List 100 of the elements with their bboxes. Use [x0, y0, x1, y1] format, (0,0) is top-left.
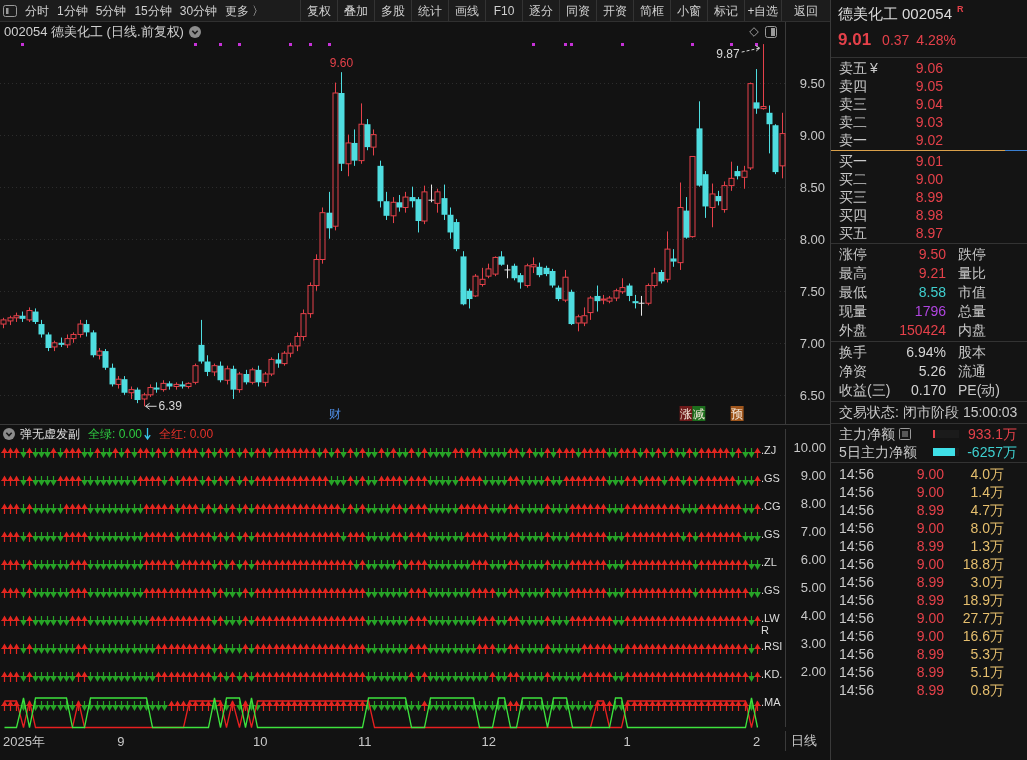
trade-price: 8.99 [915, 590, 944, 610]
toolbar-button[interactable]: 简框 [633, 0, 670, 21]
toolbar-button[interactable]: F10 [485, 0, 522, 21]
flow-value: -6257万 [966, 442, 1018, 462]
axis-label: 9.50 [799, 75, 825, 91]
panel-icon[interactable] [3, 4, 17, 17]
row-label: .ZL [761, 556, 778, 568]
trade-time: 14:56 [838, 608, 876, 628]
stat-label: 跌停 [958, 245, 986, 264]
trade-time: 14:56 [838, 662, 876, 682]
row-label: .MA [761, 696, 782, 708]
indicator-title: 弹无虚发副 [20, 425, 80, 443]
trade-volume: 27.7万 [961, 608, 1004, 628]
indicator-stat: 全红: 0.00 [159, 425, 214, 443]
trade-time: 14:56 [838, 626, 876, 646]
price-label: 9.87 [716, 47, 740, 62]
toolbar-button[interactable]: 小窗 [670, 0, 707, 21]
trade-price: 9.00 [915, 626, 944, 646]
trade-volume: 3.0万 [969, 572, 1004, 592]
toolbar-button[interactable]: 开资 [596, 0, 633, 21]
period-tab[interactable]: 分时 [25, 4, 49, 17]
stat-label: 涨停 [838, 245, 868, 264]
order-level-label: 买三 [839, 187, 867, 207]
order-level-label: 买一 [839, 151, 867, 171]
diamond-icon[interactable] [749, 27, 759, 37]
price-change-percent: 4.28% [916, 31, 957, 50]
row-label: .ZJ [761, 444, 778, 456]
stat-value: 5.26 [917, 362, 946, 381]
period-tab[interactable]: 1分钟 [57, 4, 88, 17]
order-level-label: 卖五 [839, 58, 867, 78]
trade-time: 14:56 [838, 482, 876, 502]
order-price: 9.05 [914, 76, 943, 96]
row-label: .CG [761, 500, 782, 512]
price-label: 9.60 [329, 56, 354, 71]
row-label: .KD. [761, 668, 784, 680]
toolbar-button[interactable]: +自选 [744, 0, 781, 21]
signal-marker [730, 43, 733, 46]
order-price: 8.97 [914, 223, 943, 243]
date-label: 10 [253, 734, 268, 749]
date-label: 12 [481, 734, 496, 749]
signal-marker [219, 43, 222, 46]
axis-label: 9.00 [799, 127, 825, 143]
signal-marker [194, 43, 197, 46]
row-label: .GS [761, 584, 781, 596]
axis-label: 3.00 [800, 635, 826, 654]
list-icon[interactable] [899, 428, 911, 440]
period-tab[interactable]: 更多 〉 [225, 4, 265, 17]
status-letter: R [957, 3, 964, 16]
axis-label: 6.00 [800, 551, 826, 570]
stat-label: 收益(三) [838, 381, 889, 400]
panel-icon[interactable] [765, 26, 777, 38]
event-badge: 涨 [679, 406, 693, 421]
axis-label: 4.00 [800, 607, 826, 626]
trade-price: 9.00 [915, 518, 944, 538]
stat-value: 8.58 [917, 283, 946, 302]
order-price: 9.06 [914, 58, 943, 78]
toolbar-button[interactable]: 复权 [300, 0, 337, 21]
order-price: 9.01 [914, 151, 943, 171]
trade-price: 8.99 [915, 500, 944, 520]
order-level-label: 买五 [839, 223, 867, 243]
trade-time: 14:56 [838, 464, 876, 484]
period-tab[interactable]: 30分钟 [179, 4, 218, 17]
signal-marker [570, 43, 573, 46]
period-tab[interactable]: 5分钟 [95, 4, 127, 17]
trade-volume: 1.4万 [969, 482, 1004, 502]
axis-label: 7.50 [799, 283, 825, 299]
market-phase: 闭市阶段 [902, 403, 959, 422]
circle-chevron-icon[interactable] [188, 26, 201, 38]
trade-time: 14:56 [838, 554, 876, 574]
period-label[interactable]: 日线 [791, 731, 817, 751]
stat-value: 9.50 [917, 245, 946, 264]
row-label: .GS [761, 528, 781, 540]
signal-marker [328, 43, 331, 46]
order-level-label: 卖二 [839, 112, 867, 132]
toolbar-button[interactable]: 统计 [411, 0, 448, 21]
toolbar-button[interactable]: 逐分 [522, 0, 559, 21]
price-label: 6.39 [158, 399, 182, 414]
trade-volume: 4.7万 [969, 500, 1004, 520]
trade-time: 14:56 [838, 680, 876, 700]
toolbar-button[interactable]: 叠加 [337, 0, 374, 21]
signal-marker [289, 43, 292, 46]
trade-price: 9.00 [915, 464, 944, 484]
stat-label: 换手 [838, 343, 868, 362]
signal-marker [238, 43, 241, 46]
toolbar-button[interactable]: 标记 [707, 0, 744, 21]
order-level-label: 卖一 [839, 130, 867, 150]
trade-price: 8.99 [915, 536, 944, 556]
stat-label: PE(动) [958, 381, 1000, 400]
circle-chevron-icon[interactable] [3, 427, 15, 440]
axis-label: 8.00 [800, 495, 826, 514]
period-tab[interactable]: 15分钟 [134, 4, 172, 17]
event-badge: 预 [730, 406, 744, 421]
signal-marker [21, 43, 24, 46]
stat-label: 现量 [838, 302, 868, 321]
trade-volume: 0.8万 [969, 680, 1004, 700]
stat-value: 6.94% [905, 343, 946, 362]
toolbar-button[interactable]: 同资 [559, 0, 596, 21]
order-level-label: 卖三 [839, 94, 867, 114]
toolbar-button[interactable]: 多股 [374, 0, 411, 21]
toolbar-button[interactable]: 画线 [448, 0, 485, 21]
